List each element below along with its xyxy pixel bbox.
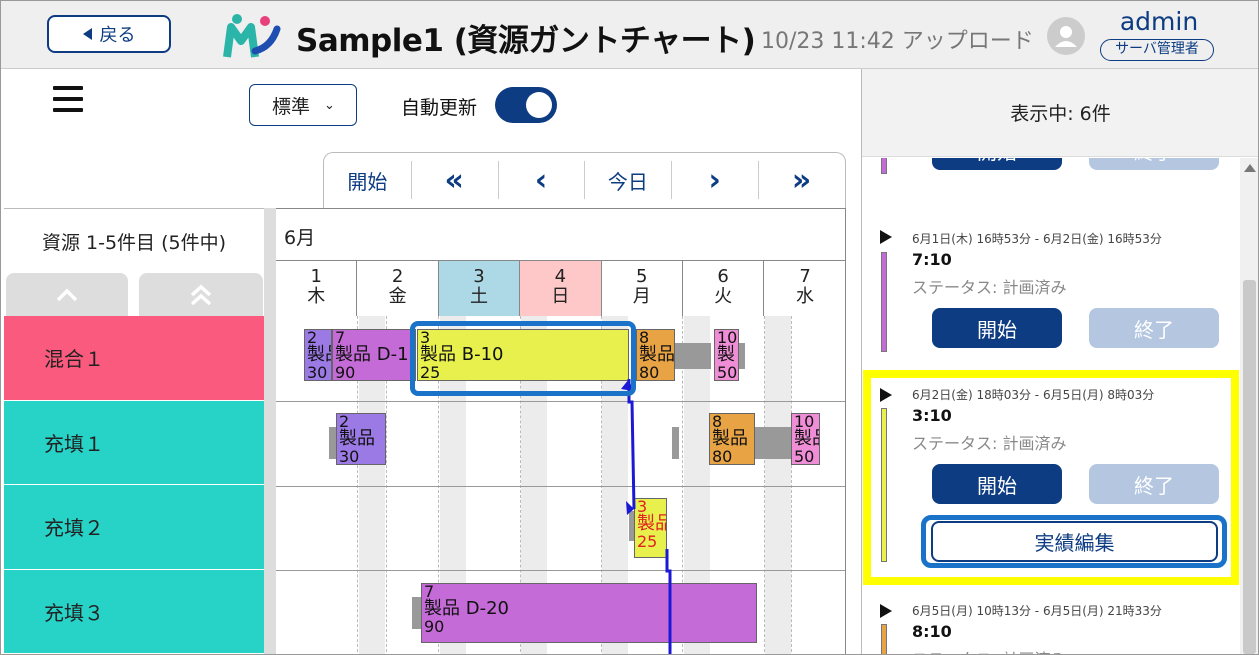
- selected-task-highlight: [410, 321, 636, 396]
- app-logo-icon: [223, 14, 281, 58]
- nav-first-button[interactable]: «: [410, 153, 498, 208]
- upload-timestamp: 10/23 11:42 アップロード: [761, 29, 1034, 54]
- end-button[interactable]: 終了: [1089, 308, 1219, 348]
- gantt-chart: 6月 1木 2金 3土 4日 5月 6火 7水 2製品30 7製品: [276, 208, 846, 654]
- start-button[interactable]: 開始: [932, 158, 1062, 170]
- resource-row[interactable]: 混合１: [4, 316, 264, 401]
- menu-icon[interactable]: [53, 86, 83, 116]
- resource-row[interactable]: 充填２: [4, 485, 264, 570]
- back-button[interactable]: 戻る: [47, 15, 171, 53]
- nav-today-button[interactable]: 今日: [584, 153, 671, 208]
- nav-prev-button[interactable]: ‹: [497, 153, 585, 208]
- scroll-up-button[interactable]: [6, 273, 128, 317]
- dependency-link: [621, 379, 672, 654]
- edit-actuals-button[interactable]: 実績編集: [931, 521, 1218, 562]
- chevron-down-icon: ⌄: [324, 97, 335, 113]
- column-resize-handle[interactable]: [264, 208, 276, 654]
- start-button[interactable]: 開始: [932, 308, 1062, 348]
- task-quantity: 8:10: [912, 622, 952, 641]
- expand-icon[interactable]: [880, 230, 892, 244]
- scrollbar-thumb[interactable]: [1243, 280, 1256, 654]
- username-link[interactable]: admin: [1101, 7, 1217, 36]
- view-select-value: 標準: [272, 95, 311, 118]
- expand-icon[interactable]: [880, 604, 892, 618]
- view-select[interactable]: 標準 ⌄: [249, 84, 357, 126]
- task-color-stripe: [881, 158, 887, 174]
- resource-row[interactable]: 充填１: [4, 400, 264, 485]
- app-header: 戻る Sample1 (資源ガントチャート) 10/23 11:42 アップロー…: [1, 1, 1258, 69]
- scroll-top-button[interactable]: [139, 273, 263, 317]
- scroll-up-arrow-icon[interactable]: [1244, 164, 1256, 172]
- nav-last-button[interactable]: »: [758, 153, 845, 208]
- task-status: ステータス: 計画済み: [912, 278, 1067, 297]
- date-navigation: 開始 « ‹ 今日 › »: [323, 152, 846, 208]
- back-arrow-icon: [82, 28, 92, 40]
- displayed-count: 表示中: 6件: [862, 69, 1258, 157]
- chevron-up-icon: [56, 288, 78, 302]
- task-color-stripe: [881, 624, 887, 654]
- toggle-knob: [526, 92, 552, 118]
- back-button-label: 戻る: [99, 25, 136, 46]
- app-window: 戻る Sample1 (資源ガントチャート) 10/23 11:42 アップロー…: [0, 0, 1259, 655]
- user-avatar-icon[interactable]: [1047, 17, 1085, 55]
- auto-update-toggle[interactable]: [495, 87, 557, 123]
- task-period: 6月5日(月) 10時13分 - 6月5日(月) 21時33分: [912, 604, 1162, 618]
- role-badge: サーバ管理者: [1100, 39, 1214, 61]
- resource-count-header: 資源 1-5件目 (5件中): [4, 208, 264, 274]
- auto-update-label: 自動更新: [401, 97, 478, 119]
- task-color-stripe: [881, 252, 887, 352]
- nav-next-button[interactable]: ›: [671, 153, 758, 208]
- nav-start-button[interactable]: 開始: [324, 153, 411, 208]
- resource-row[interactable]: 充填３: [4, 569, 264, 654]
- double-chevron-up-icon: [190, 284, 212, 306]
- panel-scrollbar[interactable]: [1240, 158, 1258, 654]
- task-quantity: 7:10: [912, 250, 952, 269]
- resource-list: 混合１ 充填１ 充填２ 充填３: [4, 316, 264, 654]
- task-period: 6月1日(木) 16時53分 - 6月2日(金) 16時53分: [912, 232, 1162, 246]
- task-status: ステータス: 計画済み: [912, 646, 1066, 654]
- page-title: Sample1 (資源ガントチャート): [296, 23, 756, 59]
- end-button[interactable]: 終了: [1089, 158, 1219, 170]
